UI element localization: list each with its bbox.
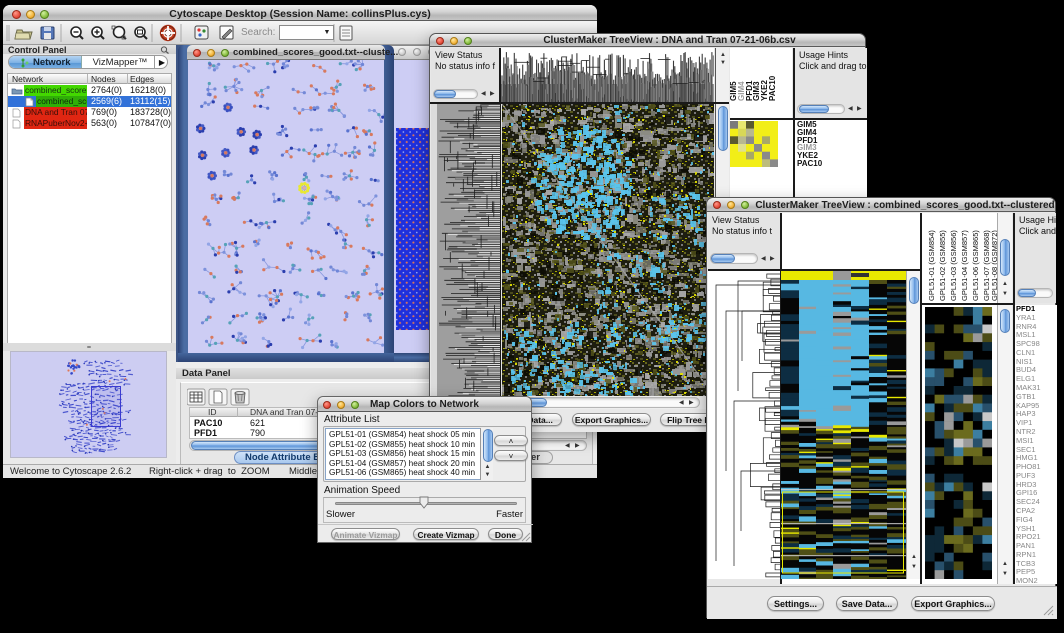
svg-text:PAC10: PAC10	[768, 75, 777, 101]
